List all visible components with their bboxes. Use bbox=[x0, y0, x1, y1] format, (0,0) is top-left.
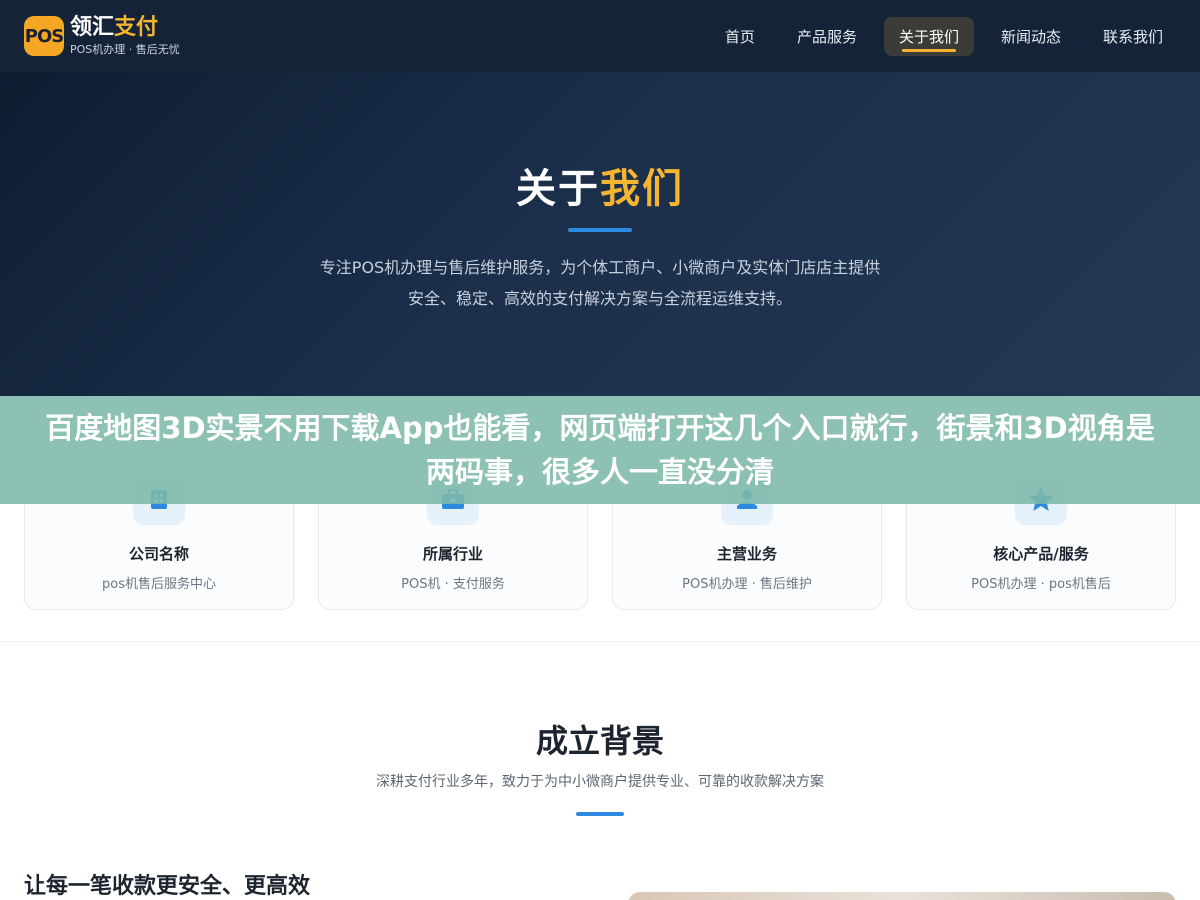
card-subtitle: POS机办理 · pos机售后 bbox=[971, 577, 1111, 592]
hero-section: 关于我们 专注POS机办理与售后维护服务，为个体工商户、小微商户及实体门店店主提… bbox=[0, 72, 1200, 396]
hero-title-part2: 我们 bbox=[600, 166, 684, 212]
brand-logo[interactable]: POS 领汇支付 POS机办理 · 售后无忧 bbox=[24, 16, 180, 56]
nav-about[interactable]: 关于我们 bbox=[883, 16, 974, 56]
hero-title: 关于我们 bbox=[0, 156, 1200, 214]
main-nav: 首页 产品服务 关于我们 新闻动态 联系我们 bbox=[710, 16, 1178, 56]
hero-title-part1: 关于 bbox=[516, 166, 600, 212]
banner-text: 百度地图3D实景不用下载App也能看，网页端打开这几个入口就行，街景和3D视角是… bbox=[45, 411, 1155, 489]
section-heading: 让每一笔收款更安全、更高效 bbox=[24, 874, 311, 899]
card-subtitle: POS机 · 支付服务 bbox=[401, 577, 505, 592]
hero-desc-line2: 安全、稳定、高效的支付解决方案与全流程运维支持。 bbox=[407, 289, 792, 308]
brand-name-part2: 支付 bbox=[114, 15, 159, 40]
overlay-banner: 百度地图3D实景不用下载App也能看，网页端打开这几个入口就行，街景和3D视角是… bbox=[0, 396, 1200, 504]
site-header: POS 领汇支付 POS机办理 · 售后无忧 首页 产品服务 关于我们 新闻动态… bbox=[0, 0, 1200, 72]
brand-name: 领汇支付 bbox=[70, 17, 180, 39]
hero-desc-line1: 专注POS机办理与售后维护服务，为个体工商户、小微商户及实体门店店主提供 bbox=[319, 258, 881, 277]
card-subtitle: POS机办理 · 售后维护 bbox=[682, 577, 812, 592]
card-title: 主营业务 bbox=[716, 545, 777, 563]
card-title: 所属行业 bbox=[422, 545, 483, 563]
logo-badge: POS bbox=[24, 16, 64, 56]
brand-text: 领汇支付 POS机办理 · 售后无忧 bbox=[70, 17, 180, 56]
card-title: 核心产品/服务 bbox=[993, 545, 1089, 563]
section-image bbox=[628, 892, 1176, 900]
hero-divider bbox=[568, 228, 632, 232]
brand-name-part1: 领汇 bbox=[70, 15, 115, 40]
nav-contact[interactable]: 联系我们 bbox=[1088, 17, 1178, 56]
card-title: 公司名称 bbox=[128, 545, 189, 563]
hero-description: 专注POS机办理与售后维护服务，为个体工商户、小微商户及实体门店店主提供 安全、… bbox=[0, 252, 1200, 314]
card-subtitle: pos机售后服务中心 bbox=[102, 577, 216, 592]
nav-home[interactable]: 首页 bbox=[710, 17, 770, 56]
section-description: 深耕支付行业多年，致力于为中小微商户提供专业、可靠的收款解决方案 bbox=[376, 774, 824, 790]
section-title: 成立背景 bbox=[535, 722, 664, 760]
brand-subtitle: POS机办理 · 售后无忧 bbox=[70, 43, 180, 56]
section-divider bbox=[576, 812, 624, 816]
nav-news[interactable]: 新闻动态 bbox=[986, 17, 1076, 56]
nav-products[interactable]: 产品服务 bbox=[782, 17, 872, 56]
